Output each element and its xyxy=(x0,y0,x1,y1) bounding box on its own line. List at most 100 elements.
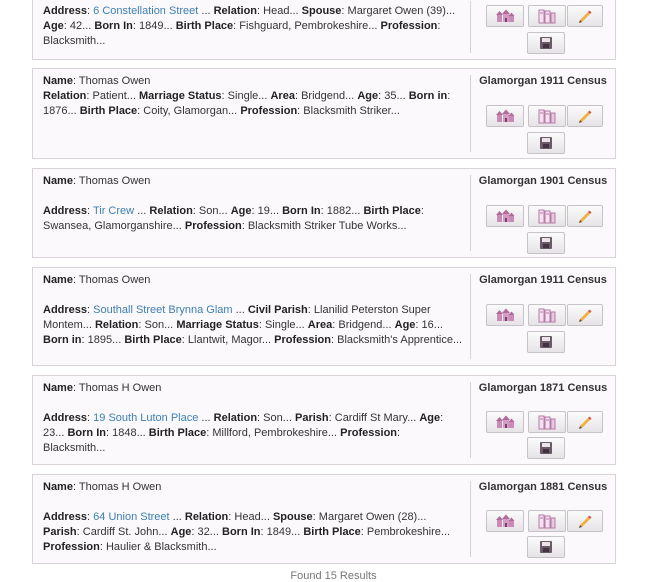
household-icon xyxy=(495,8,515,24)
edit-button[interactable] xyxy=(567,411,603,433)
records-button[interactable] xyxy=(528,105,566,127)
field-label: Born In xyxy=(222,526,261,538)
edit-button[interactable] xyxy=(567,510,603,532)
field-label: Name xyxy=(43,75,73,87)
field-label: Profession xyxy=(43,541,100,553)
household-button[interactable] xyxy=(486,105,524,127)
field-label: Name xyxy=(43,382,73,394)
pencil-icon xyxy=(577,513,593,529)
save-button[interactable] xyxy=(527,437,565,459)
save-button[interactable] xyxy=(527,132,565,154)
field-label: Profession xyxy=(240,105,298,117)
edit-button[interactable] xyxy=(567,5,603,27)
household-icon xyxy=(495,108,515,124)
address-link[interactable]: 64 Union Street xyxy=(93,511,169,523)
field-label: Address xyxy=(43,511,88,523)
field-value: Thomas H Owen xyxy=(78,481,162,493)
field-value: Bridgend... xyxy=(338,319,392,331)
address-link[interactable]: 19 South Luton Place xyxy=(93,412,198,424)
pencil-icon xyxy=(577,8,593,24)
save-button[interactable] xyxy=(527,536,565,558)
field-label: Relation xyxy=(149,205,193,217)
save-button[interactable] xyxy=(527,32,565,54)
records-button[interactable] xyxy=(528,5,566,27)
field-label: Birth Place xyxy=(79,105,138,117)
field-label: Age xyxy=(419,412,441,424)
field-value: Single... xyxy=(227,90,268,102)
record-details: Address: 6 Constellation Street ... Rela… xyxy=(43,5,456,47)
household-button[interactable] xyxy=(486,5,524,27)
field-value: Blacksmith Striker Tube Works... xyxy=(247,220,407,232)
pencil-icon xyxy=(577,108,593,124)
record-actions: Glamorgan 1871 Census xyxy=(471,376,615,464)
record-actions: Glamorgan 1901 Census xyxy=(471,169,615,257)
field-value: Blacksmith Striker... xyxy=(303,105,400,117)
field-value: 42... xyxy=(69,20,92,32)
edit-button[interactable] xyxy=(567,105,603,127)
pencil-icon xyxy=(577,307,593,323)
field-label: Area xyxy=(270,90,295,102)
records-button[interactable] xyxy=(528,205,566,227)
record-details: Name: Thomas Owen Address: Southall Stre… xyxy=(43,274,463,346)
edit-button[interactable] xyxy=(567,205,603,227)
edit-button[interactable] xyxy=(567,304,603,326)
field-value: Blacksmith's Apprentice... xyxy=(337,334,463,346)
field-label: Age xyxy=(170,526,192,538)
field-value: Millford, Pembrokeshire... xyxy=(212,427,338,439)
record-actions: Glamorgan 1911 Census xyxy=(471,69,615,158)
field-value: Cardiff St. John... xyxy=(82,526,168,538)
household-button[interactable] xyxy=(486,205,524,227)
field-value: Patient... xyxy=(92,90,136,102)
field-value: Cardiff St Mary... xyxy=(334,412,417,424)
field-value: Swansea, Glamorganshire... xyxy=(43,220,182,232)
field-label: Born In xyxy=(94,20,133,32)
field-label: Area xyxy=(307,319,333,331)
results-count: Found 15 Results xyxy=(290,570,377,582)
field-label: Address xyxy=(43,205,88,217)
household-icon xyxy=(495,208,515,224)
field-value: 23... xyxy=(43,427,65,439)
field-label: Name xyxy=(43,481,73,493)
save-button[interactable] xyxy=(527,331,565,353)
field-label: Age xyxy=(394,319,416,331)
field-value: Margaret Owen (28)... xyxy=(318,511,427,523)
household-button[interactable] xyxy=(486,304,524,326)
field-value: Son... xyxy=(263,412,292,424)
field-value: Bridgend... xyxy=(301,90,355,102)
pencil-icon xyxy=(577,414,593,430)
field-value: 32... xyxy=(197,526,219,538)
address-link[interactable]: Southall Street Brynna Glam xyxy=(93,304,232,316)
household-button[interactable] xyxy=(486,411,524,433)
address-link[interactable]: Tir Crew xyxy=(93,205,134,217)
field-label: Profession xyxy=(274,334,331,346)
records-button[interactable] xyxy=(528,510,566,532)
record-actions: Glamorgan 1881 Census xyxy=(471,475,615,563)
census-title: Glamorgan 1911 Census xyxy=(479,274,607,286)
field-label: Name xyxy=(43,175,73,187)
field-value: Thomas Owen xyxy=(78,274,151,286)
address-link[interactable]: 6 Constellation Street xyxy=(93,5,198,17)
field-value: 16... xyxy=(421,319,443,331)
record-details: Name: Thomas Owen Relation: Patient... M… xyxy=(43,75,451,117)
records-icon xyxy=(537,307,557,323)
save-icon xyxy=(538,35,554,51)
record-actions xyxy=(471,0,615,59)
census-title: Glamorgan 1901 Census xyxy=(478,175,608,187)
field-value: 1848... xyxy=(112,427,146,439)
records-icon xyxy=(537,8,557,24)
record-card: Name: Thomas Owen Address: Tir Crew ... … xyxy=(32,168,616,258)
field-label: Name xyxy=(43,274,73,286)
save-button[interactable] xyxy=(527,232,565,254)
field-value: Haulier & Blacksmith... xyxy=(105,541,217,553)
household-icon xyxy=(495,307,515,323)
field-value: 1849... xyxy=(266,526,301,538)
field-label: Age xyxy=(43,20,64,32)
household-icon xyxy=(495,513,515,529)
household-icon xyxy=(495,414,515,430)
records-button[interactable] xyxy=(528,411,566,433)
field-label: Profession xyxy=(184,220,242,232)
household-button[interactable] xyxy=(486,510,524,532)
census-title: Glamorgan 1911 Census xyxy=(479,75,607,87)
field-value: 1849... xyxy=(139,20,173,32)
records-button[interactable] xyxy=(528,304,566,326)
